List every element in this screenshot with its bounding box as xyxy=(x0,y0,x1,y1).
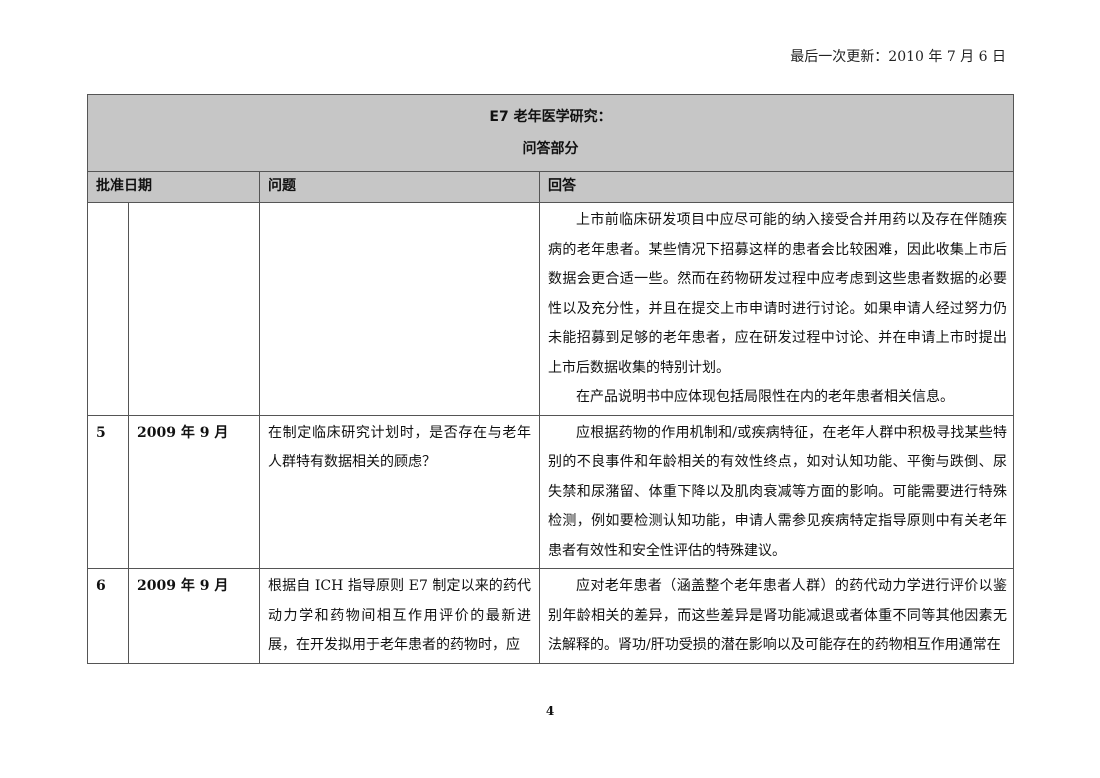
table-row: 上市前临床研发项目中应尽可能的纳入接受合并用药以及存在伴随疾病的老年患者。某些情… xyxy=(87,202,1014,416)
row-number: 6 xyxy=(87,568,129,664)
page-number: 4 xyxy=(545,704,555,718)
answer-paragraph: 上市前临床研发项目中应尽可能的纳入接受合并用药以及存在伴随疾病的老年患者。某些情… xyxy=(548,212,1007,376)
column-header-answer: 回答 xyxy=(539,171,1014,203)
row-answer: 应对老年患者（涵盖整个老年患者人群）的药代动力学进行评价以鉴别年龄相关的差异，而… xyxy=(539,568,1014,664)
table-row: 5 2009 年 9 月 在制定临床研究计划时，是否存在与老年人群特有数据相关的… xyxy=(87,414,1014,569)
row-date xyxy=(128,202,260,416)
table-title-line2: 问答部分 xyxy=(522,141,579,157)
table-header-row: 批准日期 问题 回答 xyxy=(87,171,1014,203)
row-question xyxy=(259,202,540,416)
row-date: 2009 年 9 月 xyxy=(128,568,260,664)
column-header-question: 问题 xyxy=(259,171,540,203)
column-header-approval-date: 批准日期 xyxy=(87,171,260,203)
row-answer: 应根据药物的作用机制和/或疾病特征，在老年人群中积极寻找某些特别的不良事件和年龄… xyxy=(539,414,1014,569)
table-title-line1: E7 老年医学研究： xyxy=(489,109,612,125)
row-answer: 上市前临床研发项目中应尽可能的纳入接受合并用药以及存在伴随疾病的老年患者。某些情… xyxy=(539,202,1014,416)
table-title: E7 老年医学研究： 问答部分 xyxy=(87,94,1014,172)
last-updated-text: 最后一次更新：2010 年 7 月 6 日 xyxy=(790,49,1006,65)
answer-paragraph: 应根据药物的作用机制和/或疾病特征，在老年人群中积极寻找某些特别的不良事件和年龄… xyxy=(548,424,1007,559)
qa-table: E7 老年医学研究： 问答部分 批准日期 问题 回答 上市前临床研发项目中应尽可… xyxy=(87,94,1014,664)
row-number xyxy=(87,202,129,416)
row-question: 根据自 ICH 指导原则 E7 制定以来的药代动力学和药物间相互作用评价的最新进… xyxy=(259,568,540,664)
row-number: 5 xyxy=(87,414,129,569)
row-question: 在制定临床研究计划时，是否存在与老年人群特有数据相关的顾虑？ xyxy=(259,414,540,569)
answer-paragraph: 在产品说明书中应体现包括局限性在内的老年患者相关信息。 xyxy=(576,389,954,405)
row-date: 2009 年 9 月 xyxy=(128,414,260,569)
table-row: 6 2009 年 9 月 根据自 ICH 指导原则 E7 制定以来的药代动力学和… xyxy=(87,568,1014,664)
answer-paragraph: 应对老年患者（涵盖整个老年患者人群）的药代动力学进行评价以鉴别年龄相关的差异，而… xyxy=(548,578,1007,653)
